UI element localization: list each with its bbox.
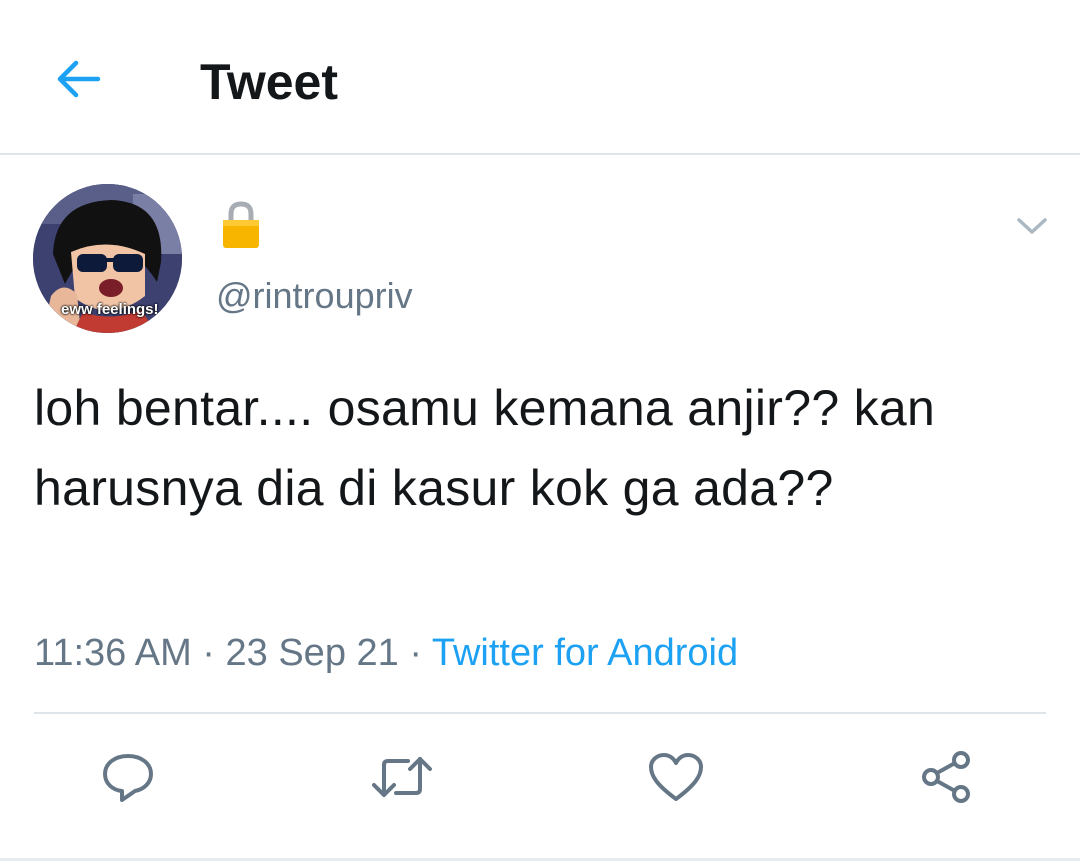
avatar-caption: eww feelings! <box>61 301 159 318</box>
tweet-text: loh bentar.... osamu kemana anjir?? kan … <box>34 380 936 516</box>
meta-separator: · <box>202 632 215 674</box>
avatar[interactable]: eww feelings! <box>33 184 182 333</box>
tweet-time: 11:36 AM <box>34 632 192 674</box>
like-button[interactable] <box>644 745 708 809</box>
share-icon <box>922 751 970 803</box>
tweet-date: 23 Sep 21 <box>225 632 399 674</box>
back-button[interactable] <box>46 48 108 110</box>
more-options-button[interactable] <box>1010 208 1054 244</box>
chevron-down-icon <box>1017 218 1047 234</box>
retweet-icon <box>372 757 432 797</box>
arrow-left-icon <box>57 60 101 98</box>
tweet-meta: 11:36 AM · 23 Sep 21 · Twitter for Andro… <box>34 630 738 676</box>
lock-icon <box>220 200 262 250</box>
meta-separator: · <box>409 632 422 674</box>
share-button[interactable] <box>914 745 978 809</box>
user-handle[interactable]: @rintroupriv <box>216 275 413 317</box>
top-bar: Tweet <box>0 0 1080 155</box>
divider <box>34 712 1046 714</box>
page-title: Tweet <box>200 54 338 110</box>
reply-button[interactable] <box>96 745 160 809</box>
tweet-source-link[interactable]: Twitter for Android <box>432 632 738 674</box>
reply-icon <box>103 754 153 802</box>
heart-icon <box>649 753 703 801</box>
retweet-button[interactable] <box>370 745 434 809</box>
